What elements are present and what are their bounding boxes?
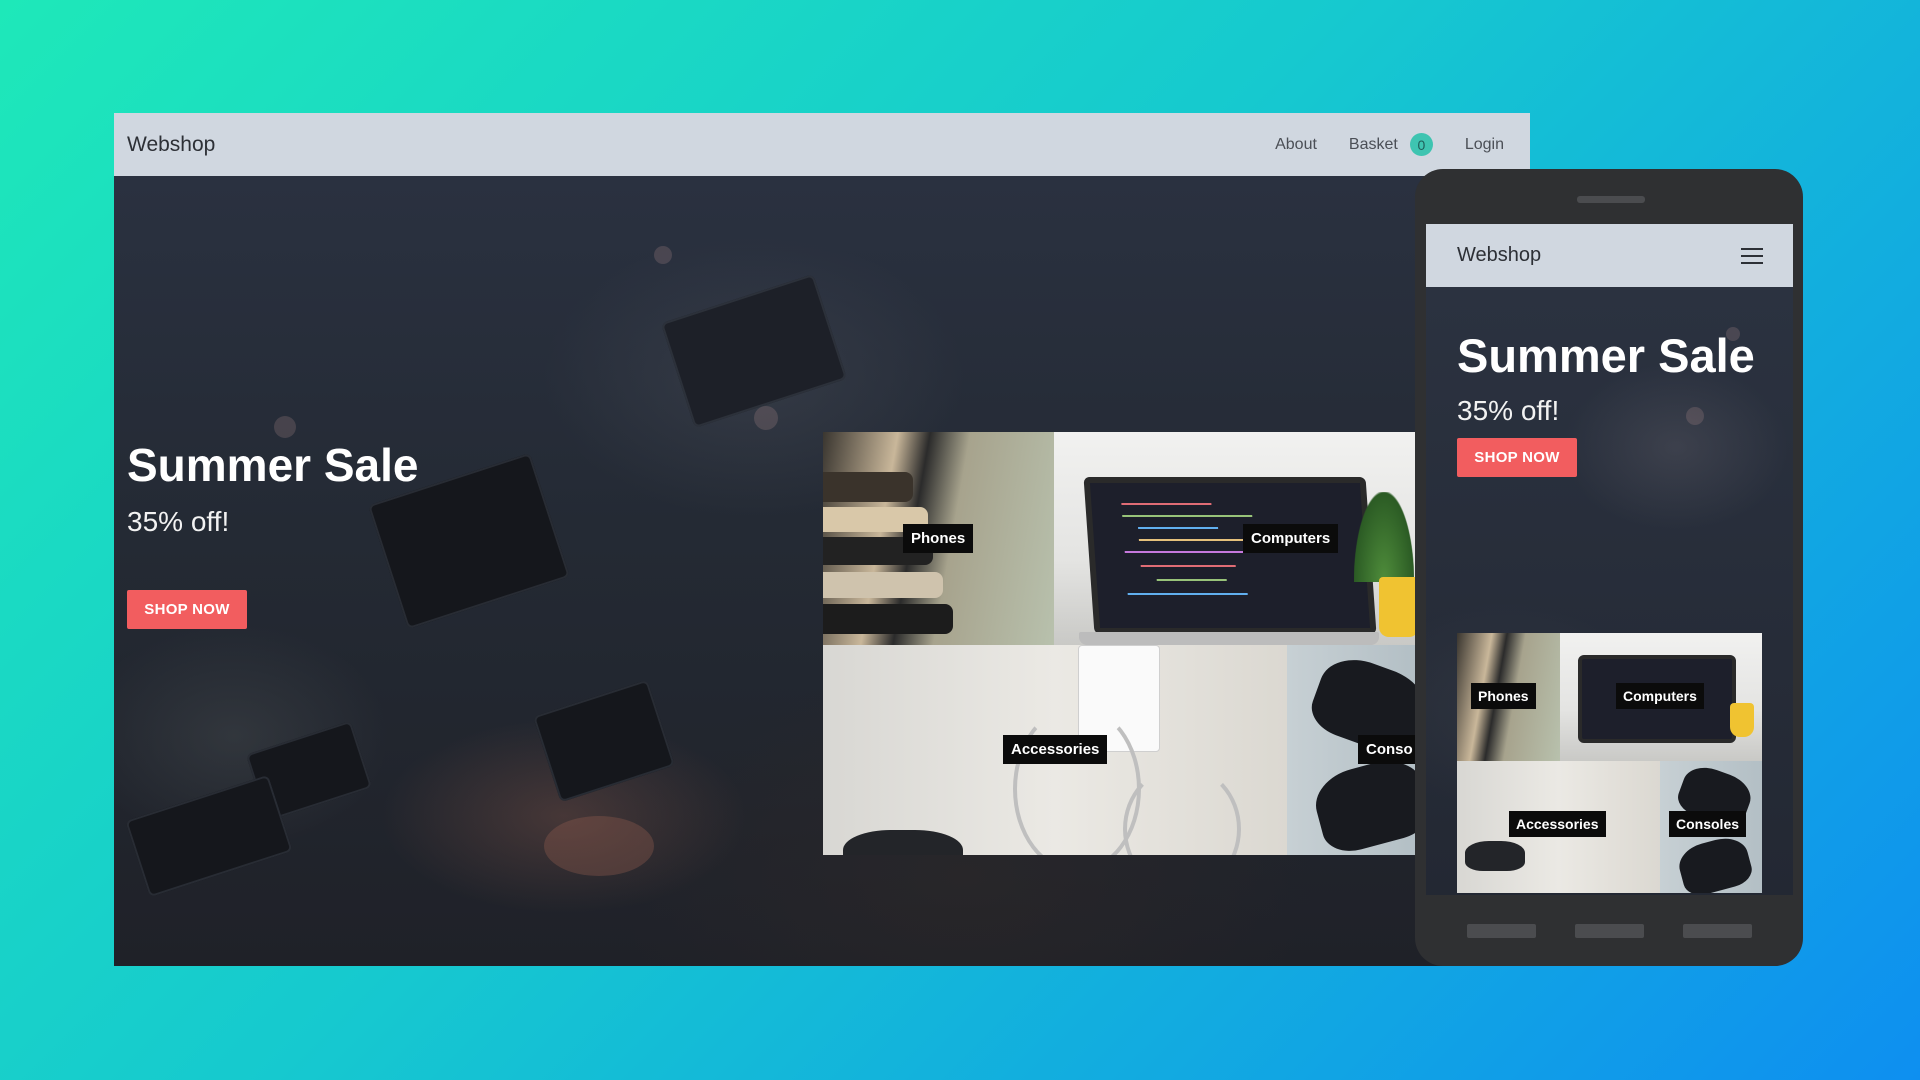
phone-screen: Webshop Summer Sale 35% off! SHOP NOW Ph… xyxy=(1426,224,1793,895)
category-label: Phones xyxy=(1471,683,1536,709)
category-label: Computers xyxy=(1616,683,1704,709)
desktop-navbar: Webshop About Basket 0 Login xyxy=(114,113,1530,176)
code-line xyxy=(1138,539,1249,541)
phone-back-button xyxy=(1467,924,1536,938)
basket-label: Basket xyxy=(1348,135,1398,153)
hamburger-bar xyxy=(1741,247,1763,250)
mobile-category-phones-tile[interactable]: Phones xyxy=(1457,633,1560,761)
category-label: Computers xyxy=(1243,524,1339,553)
phone-stack xyxy=(823,604,953,634)
hero-section: Summer Sale 35% off! SHOP NOW Phones Com… xyxy=(114,176,1530,966)
nav-links: About Basket 0 Login xyxy=(1275,133,1504,156)
category-computers-tile[interactable]: Computers xyxy=(1054,432,1416,645)
category-phones-tile[interactable]: Phones xyxy=(823,432,1054,645)
category-label: Accessories xyxy=(1509,811,1606,837)
charging-cable xyxy=(1123,765,1241,855)
hero-title: Summer Sale xyxy=(127,439,419,491)
phone-recents-button xyxy=(1683,924,1752,938)
code-line xyxy=(1122,515,1253,517)
mobile-hero-subtitle: 35% off! xyxy=(1457,395,1560,426)
code-line xyxy=(1140,565,1236,567)
mobile-navbar: Webshop xyxy=(1426,224,1793,287)
brand-logo[interactable]: Webshop xyxy=(127,133,215,157)
code-line xyxy=(1127,593,1248,595)
hamburger-bar xyxy=(1741,261,1763,264)
yellow-mug xyxy=(1730,703,1754,737)
hero-subtitle: 35% off! xyxy=(127,506,230,537)
bokeh-light xyxy=(754,406,778,430)
bokeh-light xyxy=(544,816,654,876)
desktop-browser-mockup: Webshop About Basket 0 Login Summer Sale… xyxy=(114,113,1530,966)
phone-speaker xyxy=(1577,196,1645,203)
code-line xyxy=(1156,579,1227,581)
mobile-category-consoles-tile[interactable]: Consoles xyxy=(1660,761,1762,893)
mobile-category-grid: Phones Computers Accessories Consoles xyxy=(1457,633,1762,893)
hamburger-menu-icon[interactable] xyxy=(1741,247,1763,264)
code-line xyxy=(1138,527,1219,529)
category-label: Accessories xyxy=(1003,735,1108,764)
phone-home-button xyxy=(1575,924,1644,938)
mobile-hero-section: Summer Sale 35% off! SHOP NOW Phones Com… xyxy=(1426,287,1793,895)
circuit-chip xyxy=(125,774,293,898)
category-label: Phones xyxy=(903,524,974,553)
gamepad xyxy=(1674,832,1756,893)
bokeh-light xyxy=(274,416,296,438)
hamburger-bar xyxy=(1741,254,1763,257)
code-line xyxy=(1121,503,1212,505)
circuit-chip xyxy=(660,273,848,429)
mobile-category-computers-tile[interactable]: Computers xyxy=(1560,633,1762,761)
circuit-chip xyxy=(533,679,675,803)
laptop-screen xyxy=(1083,477,1377,634)
nav-about-link[interactable]: About xyxy=(1275,136,1317,154)
category-accessories-tile[interactable]: Accessories xyxy=(823,645,1287,855)
mobile-category-accessories-tile[interactable]: Accessories xyxy=(1457,761,1660,893)
gamepad xyxy=(1308,752,1416,855)
phone-mockup: Webshop Summer Sale 35% off! SHOP NOW Ph… xyxy=(1415,169,1803,966)
category-consoles-tile[interactable]: Conso xyxy=(1287,645,1416,855)
smart-speaker xyxy=(843,830,963,855)
laptop-base xyxy=(1079,632,1379,645)
basket-count-badge: 0 xyxy=(1409,133,1433,156)
mobile-hero-title: Summer Sale xyxy=(1457,329,1755,382)
category-label: Conso xyxy=(1358,735,1416,764)
phone-stack xyxy=(823,472,913,502)
category-label: Consoles xyxy=(1669,811,1747,837)
mobile-brand-logo[interactable]: Webshop xyxy=(1457,244,1541,267)
nav-basket-link[interactable]: Basket 0 xyxy=(1349,133,1433,156)
bokeh-light xyxy=(1686,407,1704,425)
nav-login-link[interactable]: Login xyxy=(1465,136,1504,154)
phone-stack xyxy=(823,572,943,598)
plant xyxy=(1354,492,1414,582)
bokeh-light xyxy=(654,246,672,264)
yellow-mug xyxy=(1379,577,1416,637)
smart-speaker xyxy=(1465,841,1525,871)
mobile-shop-now-button[interactable]: SHOP NOW xyxy=(1457,438,1577,477)
shop-now-button[interactable]: SHOP NOW xyxy=(127,590,247,629)
